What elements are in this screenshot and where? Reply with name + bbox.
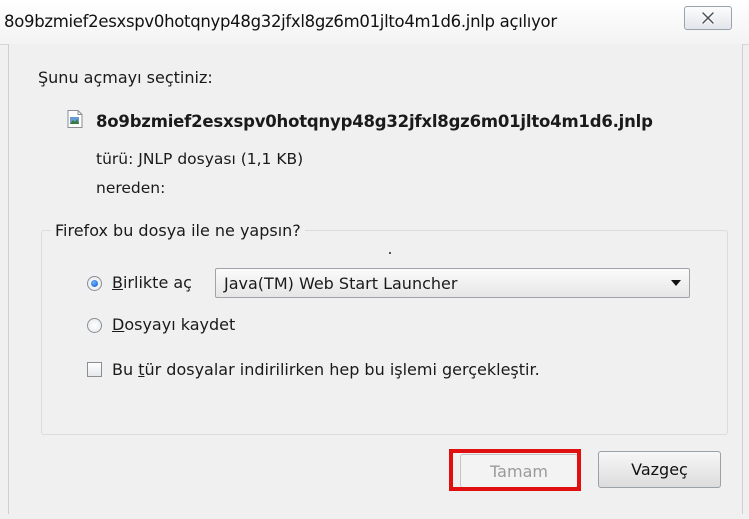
download-dialog-window: 8o9bzmief2esxspv0hotqnyp48g32jfxl8gz6m01… (0, 0, 749, 519)
title-bar: 8o9bzmief2esxspv0hotqnyp48g32jfxl8gz6m01… (0, 0, 749, 45)
save-file-label[interactable]: Dosyayı kaydet (112, 315, 235, 334)
window-title: 8o9bzmief2esxspv0hotqnyp48g32jfxl8gz6m01… (4, 12, 557, 31)
stray-dot (389, 252, 391, 254)
open-with-radio[interactable] (87, 276, 102, 291)
ok-button[interactable]: Tamam (460, 454, 578, 488)
file-name: 8o9bzmief2esxspv0hotqnyp48g32jfxl8gz6m01… (96, 112, 653, 131)
intro-text: Şunu açmayı seçtiniz: (38, 68, 213, 87)
close-button[interactable] (684, 6, 732, 30)
save-file-radio[interactable] (87, 318, 102, 333)
file-icon (67, 110, 83, 128)
open-with-label[interactable]: Birlikte aç (112, 273, 192, 292)
open-with-app-select[interactable]: Java(TM) Web Start Launcher (215, 268, 690, 298)
close-icon (701, 12, 715, 24)
chevron-down-icon (671, 280, 681, 286)
remember-choice-checkbox[interactable] (87, 362, 102, 377)
remember-choice-label[interactable]: Bu tür dosyalar indirilirken hep bu işle… (112, 360, 540, 379)
file-type: türü: JNLP dosyası (1,1 KB) (96, 150, 304, 168)
open-with-app-value: Java(TM) Web Start Launcher (224, 274, 458, 293)
file-source: nereden: (96, 179, 166, 197)
action-group-legend: Firefox bu dosya ile ne yapsın? (51, 221, 305, 240)
cancel-button[interactable]: Vazgeç (598, 451, 721, 488)
